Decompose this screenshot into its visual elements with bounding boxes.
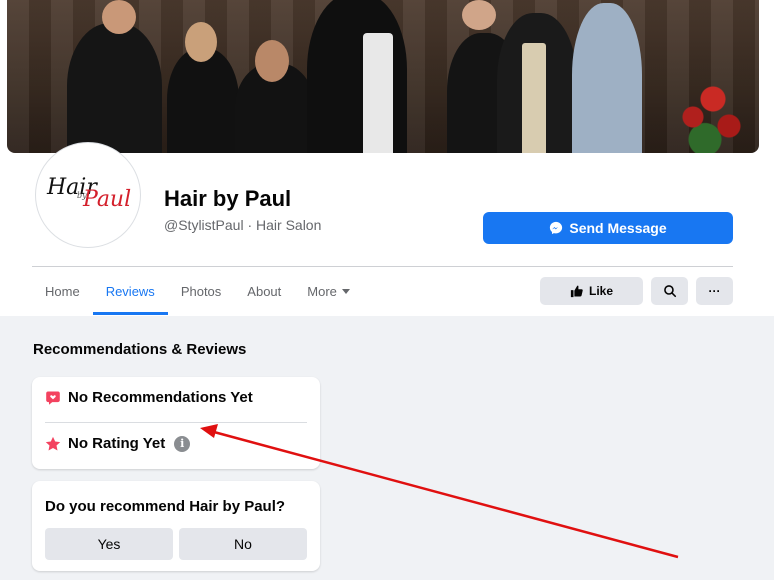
yes-button[interactable]: Yes bbox=[45, 528, 173, 560]
star-icon bbox=[45, 436, 61, 450]
messenger-icon bbox=[550, 221, 563, 235]
info-icon[interactable]: i bbox=[174, 435, 191, 452]
tab-about[interactable]: About bbox=[234, 267, 294, 315]
cover-photo[interactable] bbox=[7, 0, 759, 153]
search-button[interactable] bbox=[651, 277, 688, 305]
ellipsis-icon: ··· bbox=[708, 284, 721, 298]
caret-down-icon bbox=[341, 289, 350, 294]
page-title[interactable]: Hair by Paul bbox=[164, 186, 291, 212]
send-message-label: Send Message bbox=[569, 220, 667, 236]
page-profile-picture[interactable]: Hair by Paul bbox=[35, 142, 141, 248]
like-button[interactable]: Like bbox=[540, 277, 643, 305]
summary-divider bbox=[45, 422, 307, 423]
tab-home[interactable]: Home bbox=[32, 267, 93, 315]
tab-more[interactable]: More bbox=[294, 267, 363, 315]
section-title: Recommendations & Reviews bbox=[33, 341, 247, 358]
recommend-question: Do you recommend Hair by Paul? bbox=[45, 498, 286, 515]
send-message-button[interactable]: Send Message bbox=[483, 212, 733, 244]
tab-photos[interactable]: Photos bbox=[168, 267, 234, 315]
thumbs-up-icon bbox=[570, 285, 583, 298]
more-options-button[interactable]: ··· bbox=[696, 277, 733, 305]
tab-reviews[interactable]: Reviews bbox=[92, 267, 168, 315]
recommendation-icon bbox=[46, 391, 60, 405]
page-handle-category: @StylistPaul · Hair Salon bbox=[164, 217, 322, 233]
page-header: Hair by Paul Hair by Paul @StylistPaul ·… bbox=[0, 0, 774, 316]
no-rating-row: No Rating Yet i bbox=[45, 435, 191, 452]
no-button[interactable]: No bbox=[179, 528, 307, 560]
recommend-card: Do you recommend Hair by Paul? Yes No bbox=[32, 481, 320, 571]
no-recommendations-row: No Recommendations Yet bbox=[45, 389, 253, 406]
reviews-summary-card: No Recommendations Yet No Rating Yet i bbox=[32, 377, 320, 469]
search-icon bbox=[663, 285, 676, 298]
hair-by-paul-logo: Hair by Paul bbox=[47, 175, 132, 212]
page-tabs: Home Reviews Photos About More bbox=[32, 267, 363, 315]
